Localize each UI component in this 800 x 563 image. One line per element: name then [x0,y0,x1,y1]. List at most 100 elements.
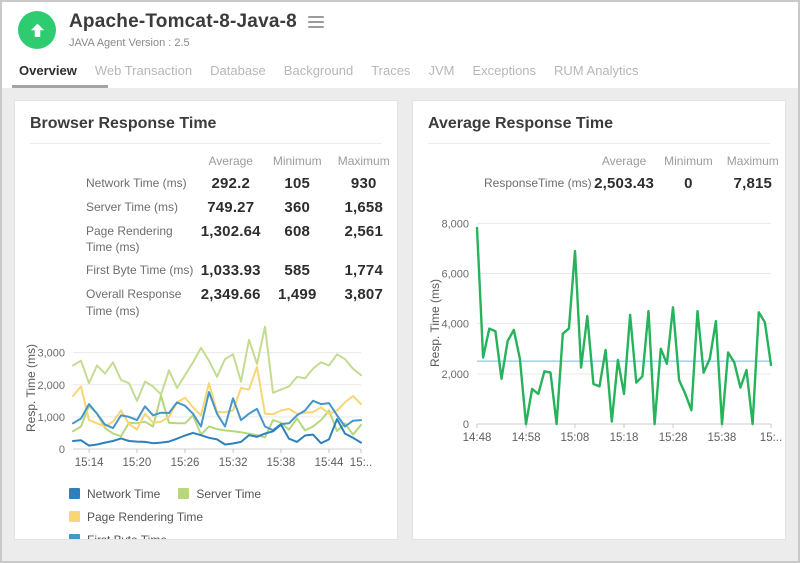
legend-label: Page Rendering Time [87,510,203,524]
x-tick-label: 15:18 [610,432,639,444]
table-row: Server Time (ms)749.273601,658 [30,199,397,216]
tab-background[interactable]: Background [283,61,354,88]
x-tick-label: 15:20 [123,457,152,469]
up-arrow-icon [29,22,46,39]
page-rendering-time-swatch-icon [69,511,80,522]
tab-web-transaction[interactable]: Web Transaction [94,61,193,88]
metric-label: First Byte Time (ms) [30,262,197,278]
x-tick-label: 14:48 [463,432,492,444]
metric-label: Server Time (ms) [30,199,197,215]
y-tick-label: 0 [463,419,469,431]
series-line-overall-response-time [73,327,361,401]
app-window: Apache-Tomcat-8-Java-8 JAVA Agent Versio… [0,0,800,563]
metric-label: Overall Response Time (ms) [30,286,197,318]
table-row: Network Time (ms)292.2105930 [30,175,397,192]
tab-bar: Overview Web Transaction Database Backgroun… [2,61,798,88]
panel-average-response-time: Average Response Time AverageMinimumMaxi… [412,100,786,540]
metric-value-average: 2,503.43 [592,175,656,192]
table-header-row: AverageMinimumMaximum [30,154,397,168]
y-axis-label: Resp. Time (ms) [24,344,38,432]
table-row: ResponseTime (ms)2,503.4307,815 [428,175,785,192]
column-header-minimum: Minimum [264,154,331,168]
legend-item-first-byte-time[interactable]: First Byte Time [69,533,167,540]
metric-label: Network Time (ms) [30,175,197,191]
column-header-maximum: Maximum [721,154,785,168]
tab-traces[interactable]: Traces [370,61,411,88]
metric-value-average: 292.2 [197,175,264,192]
metric-value-minimum: 1,499 [264,286,331,303]
x-tick-label: 15:32 [219,457,248,469]
page-title: Apache-Tomcat-8-Java-8 [69,11,297,33]
series-line-first-byte-time [73,392,361,430]
metric-value-average: 1,302.64 [197,223,264,240]
x-tick-label: 15:.. [350,457,372,469]
legend-item-server-time[interactable]: Server Time [178,487,261,501]
x-tick-label: 15:08 [561,432,590,444]
metric-value-minimum: 105 [264,175,331,192]
column-header-average: Average [197,154,264,168]
x-tick-label: 15:28 [659,432,688,444]
metric-value-maximum: 1,658 [330,199,397,216]
metric-value-minimum: 360 [264,199,331,216]
table-row: Overall Response Time (ms)2,349.661,4993… [30,286,397,318]
y-tick-label: 1,000 [37,412,65,424]
column-header-minimum: Minimum [656,154,720,168]
app-status-icon [18,11,56,49]
tab-rum-analytics[interactable]: RUM Analytics [553,61,640,88]
y-tick-label: 4,000 [441,319,469,331]
legend-label: Network Time [87,487,160,501]
tab-overview[interactable]: Overview [18,61,78,88]
table-row: Page Rendering Time (ms)1,302.646082,561 [30,223,397,255]
legend-item-page-rendering-time[interactable]: Page Rendering Time [69,510,203,524]
metric-value-minimum: 0 [656,175,720,192]
agent-version-label: JAVA Agent Version : 2.5 [69,37,324,49]
legend-label: First Byte Time [87,533,167,540]
metric-value-average: 2,349.66 [197,286,264,303]
y-tick-label: 0 [59,444,65,456]
divider [30,143,382,144]
legend-item-network-time[interactable]: Network Time [69,487,160,501]
divider [428,143,770,144]
dashboard-content: Browser Response Time AverageMinimumMaxi… [2,88,798,552]
browser-response-chart[interactable]: 0 1,000 2,000 3,000 15:14 15:20 15:26 15:32 15:3… [21,319,377,479]
legend-label: Server Time [196,487,261,501]
tab-database[interactable]: Database [209,61,267,88]
average-response-stats-table: AverageMinimumMaximum ResponseTime (ms)2,… [428,154,785,192]
panel-title: Average Response Time [428,115,770,133]
browser-response-chart-legend: Network Time Server Time Page Rendering Ti… [69,487,337,540]
x-tick-label: 15:38 [267,457,296,469]
y-tick-label: 6,000 [441,268,469,280]
column-header-average: Average [592,154,656,168]
metric-value-maximum: 2,561 [330,223,397,240]
metric-value-average: 1,033.93 [197,262,264,279]
metric-value-maximum: 1,774 [330,262,397,279]
metric-value-maximum: 3,807 [330,286,397,303]
x-tick-label: 14:58 [512,432,541,444]
average-response-chart[interactable]: 02,0004,0006,0008,00014:4814:5815:0815:1… [419,212,785,462]
title-block: Apache-Tomcat-8-Java-8 JAVA Agent Versio… [69,11,324,49]
header-area: Apache-Tomcat-8-Java-8 JAVA Agent Versio… [2,2,798,88]
x-tick-label: 15:26 [171,457,200,469]
y-tick-label: 8,000 [441,218,469,230]
panel-browser-response-time: Browser Response Time AverageMinimumMaxi… [14,100,398,540]
metric-value-maximum: 7,815 [721,175,785,192]
tab-exceptions[interactable]: Exceptions [471,61,537,88]
x-tick-label: 15:44 [315,457,344,469]
browser-response-stats-table: AverageMinimumMaximum Network Time (ms)29… [30,154,397,319]
table-header-row: AverageMinimumMaximum [428,154,785,168]
metric-value-minimum: 608 [264,223,331,240]
metric-value-minimum: 585 [264,262,331,279]
y-tick-label: 3,000 [37,347,65,359]
tab-jvm[interactable]: JVM [427,61,455,88]
x-tick-label: 15:14 [75,457,104,469]
table-row: First Byte Time (ms)1,033.935851,774 [30,262,397,279]
hamburger-menu-icon[interactable] [308,14,324,30]
column-header-maximum: Maximum [330,154,397,168]
x-tick-label: 15:.. [760,432,782,444]
panel-title: Browser Response Time [30,115,382,133]
series-line-responsetime [477,228,771,424]
metric-value-average: 749.27 [197,199,264,216]
server-time-swatch-icon [178,488,189,499]
y-tick-label: 2,000 [37,380,65,392]
metric-value-maximum: 930 [330,175,397,192]
